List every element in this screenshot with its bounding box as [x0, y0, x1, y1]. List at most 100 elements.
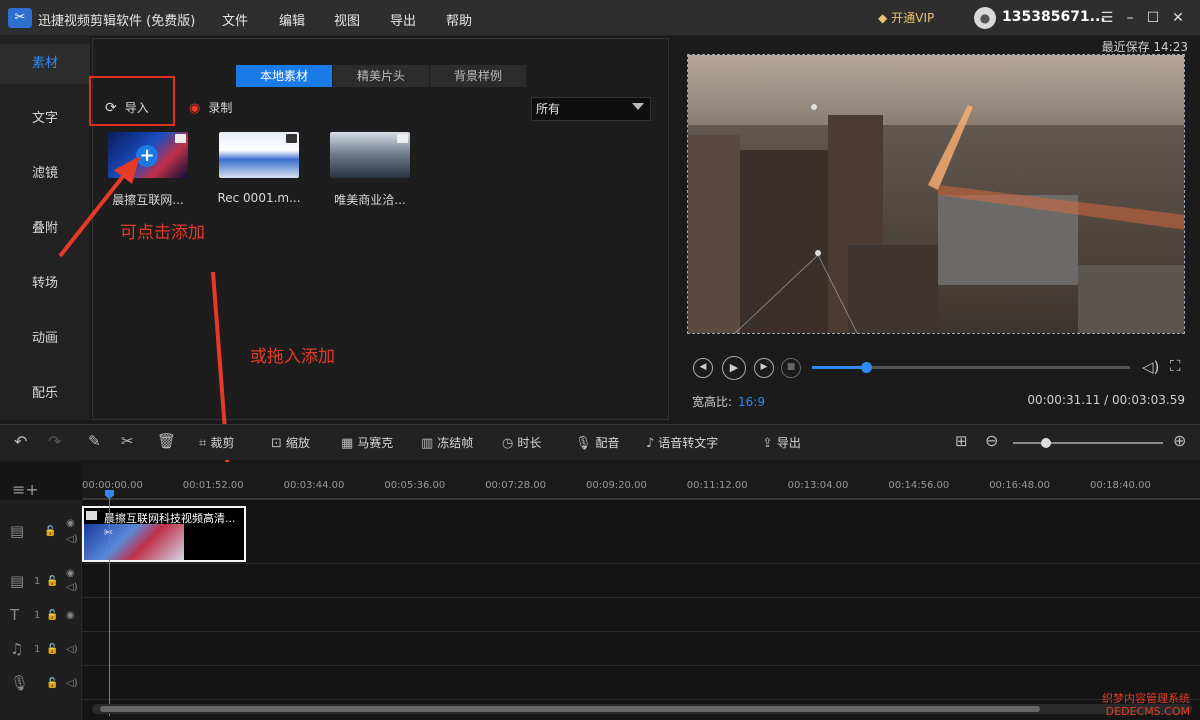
video-badge-icon: [86, 511, 97, 520]
speech-icon: ♪: [646, 436, 655, 451]
video-track[interactable]: [82, 500, 1200, 564]
redo-icon[interactable]: ↷: [48, 432, 61, 451]
eye-icon[interactable]: ◉: [66, 568, 75, 579]
crop-label: 裁剪: [210, 436, 235, 450]
track-number: 1: [34, 610, 41, 621]
freeze-label: 冻结帧: [437, 436, 474, 450]
lock-icon[interactable]: 🔓: [46, 678, 58, 689]
watermark-line2: DEDECMS.COM: [1105, 705, 1190, 718]
aspect-value[interactable]: 16:9: [738, 395, 765, 409]
timeline-scrollbar[interactable]: [92, 704, 1192, 714]
zoom-out-icon[interactable]: ⊖: [985, 431, 998, 450]
mosaic-icon: ▦: [341, 436, 354, 451]
voiceover-label: 配音: [595, 436, 620, 450]
ruler-tick-label: 00:13:04.00: [787, 480, 849, 491]
eye-icon[interactable]: ◉: [66, 610, 75, 621]
speaker-icon[interactable]: ◁): [66, 582, 78, 593]
freeze-icon: ▥: [421, 436, 434, 451]
clip-thumbnail: [84, 524, 184, 560]
timeline-clip[interactable]: 晨擦互联网科技视频高清... ✂: [82, 506, 246, 562]
export-tool[interactable]: ⇪ 导出: [762, 434, 801, 451]
undo-icon[interactable]: ↶: [14, 432, 27, 451]
edit-toolbar: ↶ ↷ ✎ ✂ 🗑 ⌗ 裁剪 ⊡ 缩放 ▦ 马赛克 ▥ 冻结帧 ◷ 时长 🎙 配音 ♪ 语音转…: [0, 424, 1200, 460]
track-number: 1: [34, 644, 41, 655]
export-label: 导出: [776, 436, 801, 450]
microphone-icon: 🎙: [575, 436, 592, 451]
clock-icon: ◷: [502, 436, 514, 451]
lock-icon[interactable]: 🔓: [46, 610, 58, 621]
arrow-to-import: [58, 168, 130, 258]
music-track[interactable]: [82, 632, 1200, 666]
last-saved-label: 最近保存 14:23: [1101, 40, 1188, 54]
voice-track[interactable]: [82, 666, 1200, 700]
timeline: ≡+ 00:00:00.00 00:01:52.00 00:03:44.00 00:0…: [0, 462, 1200, 720]
freeze-frame-tool[interactable]: ▥ 冻结帧: [421, 434, 473, 451]
ruler-tick-label: 00:18:40.00: [1090, 480, 1151, 491]
fit-timeline-icon[interactable]: ⊞: [955, 432, 968, 450]
music-track-icon: ♫: [10, 640, 24, 658]
lock-icon[interactable]: 🔓: [44, 526, 56, 537]
zoom-tool[interactable]: ⊡ 缩放: [271, 434, 310, 451]
video-track-icon: ▤: [10, 522, 25, 540]
progress-fill: [812, 366, 866, 369]
timeline-zoom-slider[interactable]: [1013, 438, 1163, 448]
speaker-icon[interactable]: ◁): [66, 534, 78, 545]
text-track-icon: T: [10, 606, 20, 624]
speaker-icon[interactable]: ◁): [66, 644, 78, 655]
zoom-icon: ⊡: [271, 436, 282, 451]
speaker-icon[interactable]: ◁): [66, 678, 78, 689]
overlay-track[interactable]: [82, 564, 1200, 598]
city-frame-image: [688, 55, 1184, 333]
add-track-icon[interactable]: ≡+: [12, 480, 39, 499]
scissors-icon[interactable]: ✂: [121, 432, 134, 450]
zoom-in-icon[interactable]: ⊕: [1173, 431, 1186, 450]
eye-icon[interactable]: ◉: [66, 518, 75, 529]
text-track[interactable]: [82, 598, 1200, 632]
mosaic-label: 马赛克: [357, 436, 394, 450]
progress-knob[interactable]: [861, 362, 872, 373]
aspect-ratio: 宽高比: 16:9: [692, 393, 765, 410]
video-preview[interactable]: [687, 54, 1185, 334]
microphone-track-icon: 🎙: [10, 674, 30, 692]
ruler-tick-label: 00:11:12.00: [686, 480, 748, 491]
edit-icon[interactable]: ✎: [88, 432, 101, 450]
ruler-tick-label: 00:03:44.00: [283, 480, 345, 491]
ruler-tick-label: 00:00:00.00: [82, 480, 143, 491]
ruler-tick-label: 00:05:36.00: [384, 480, 446, 491]
duration-label: 时长: [517, 436, 542, 450]
duration-tool[interactable]: ◷ 时长: [502, 434, 541, 451]
stop-icon[interactable]: ■: [781, 358, 801, 378]
play-icon[interactable]: ▶: [722, 356, 746, 380]
playhead[interactable]: [109, 490, 110, 716]
overlay-track-icon: ▤: [10, 572, 25, 590]
mosaic-tool[interactable]: ▦ 马赛克: [341, 434, 393, 451]
fullscreen-icon[interactable]: ⛶: [1170, 357, 1181, 375]
lock-icon[interactable]: 🔓: [46, 644, 58, 655]
track-number: 1: [34, 576, 41, 587]
aspect-label: 宽高比:: [692, 395, 733, 409]
zoom-label: 缩放: [285, 436, 310, 450]
track-headers: ▤ 🔓 ◉ ◁) ▤ 1 🔓 ◉ ◁) T 1 🔓 ◉ ♫ 1 🔓 ◁) 🎙 🔓…: [0, 500, 82, 720]
export-icon: ⇪: [762, 436, 773, 451]
scrollbar-thumb[interactable]: [100, 706, 1040, 712]
watermark: 织梦内容管理系统 DEDECMS.COM: [1102, 692, 1190, 718]
next-frame-icon[interactable]: ▶: [754, 358, 774, 378]
time-ruler[interactable]: 00:00:00.00 00:01:52.00 00:03:44.00 00:05:3…: [82, 462, 1200, 500]
volume-icon[interactable]: ◁): [1142, 358, 1159, 376]
speech-label: 语音转文字: [658, 436, 719, 450]
delete-icon[interactable]: 🗑: [157, 432, 176, 450]
ruler-tick-label: 00:09:20.00: [586, 480, 647, 491]
voiceover-tool[interactable]: 🎙 配音: [575, 434, 620, 451]
ruler-tick-label: 00:14:56.00: [888, 480, 950, 491]
zoom-knob[interactable]: [1041, 438, 1051, 448]
timecode: 00:00:31.11 / 00:03:03.59: [1027, 393, 1185, 407]
lock-icon[interactable]: 🔓: [46, 576, 58, 587]
ruler-tick-label: 00:07:28.00: [485, 480, 547, 491]
watermark-line1: 织梦内容管理系统: [1102, 692, 1190, 705]
prev-frame-icon[interactable]: ◀: [693, 358, 713, 378]
ruler-tick-label: 00:16:48.00: [989, 480, 1051, 491]
playback-progress-bar[interactable]: [812, 362, 1130, 373]
preview-area: 最近保存 14:23 ◀ ▶ ▶ ■ ◁) ⛶ 宽高比: 16:9 00:00:…: [672, 36, 1200, 420]
speech-to-text-tool[interactable]: ♪ 语音转文字: [646, 434, 718, 451]
crop-tool[interactable]: ⌗ 裁剪: [199, 434, 234, 451]
